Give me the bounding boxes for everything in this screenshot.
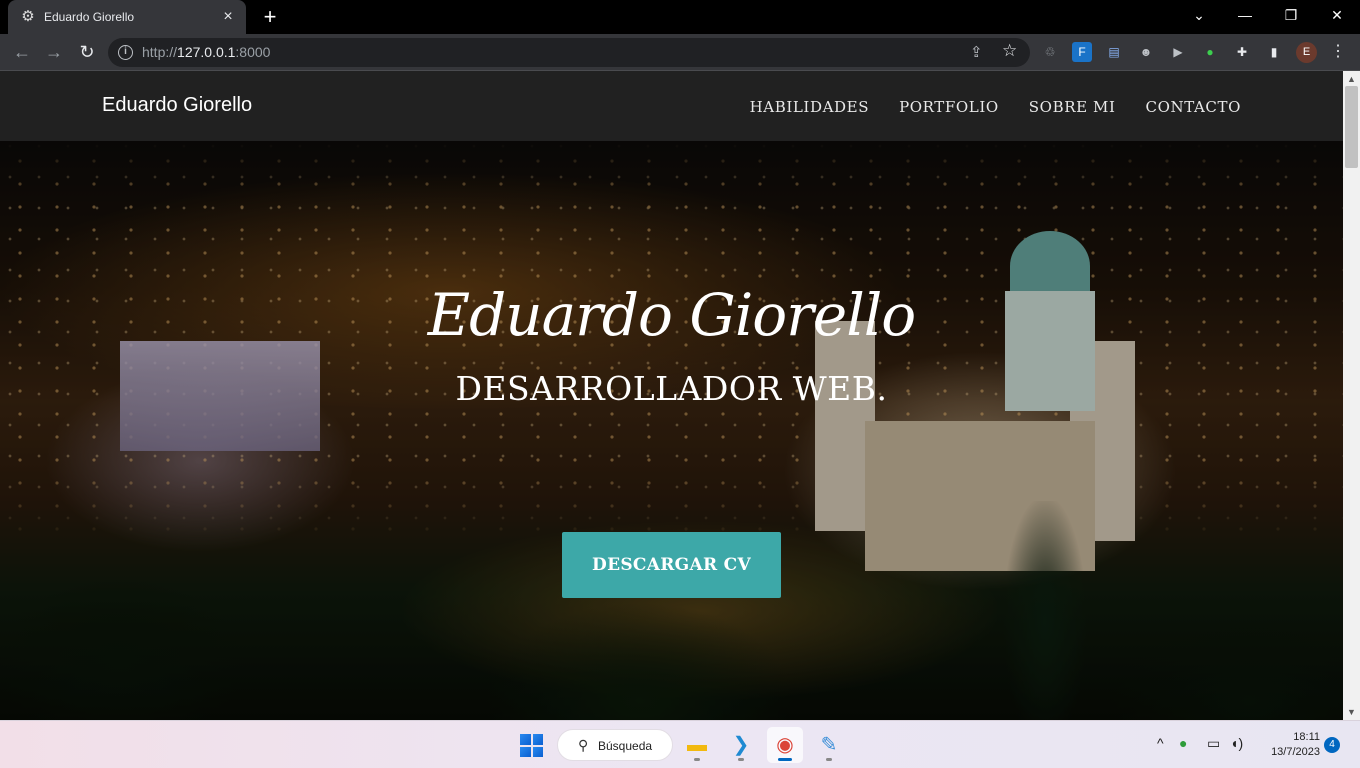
reload-icon[interactable]: ↻ xyxy=(75,40,99,64)
page-viewport: Eduardo Giorello HABILIDADES PORTFOLIO S… xyxy=(0,71,1343,720)
search-icon: ⚲ xyxy=(578,737,589,753)
system-clock[interactable]: 18:11 13/7/2023 xyxy=(1256,730,1320,760)
scroll-down-icon[interactable]: ▼ xyxy=(1347,707,1356,717)
page-scrollbar[interactable]: ▲ ▼ xyxy=(1343,71,1360,720)
back-arrow-icon[interactable]: ← xyxy=(10,40,34,64)
clock-date: 13/7/2023 xyxy=(1271,746,1320,758)
profile-avatar[interactable]: E xyxy=(1296,42,1317,63)
puzzle-icon[interactable]: ✚ xyxy=(1232,42,1252,62)
site-brand[interactable]: Eduardo Giorello xyxy=(102,94,252,117)
bookmark-star-icon[interactable]: ☆ xyxy=(1002,41,1017,61)
download-cv-button[interactable]: DESCARGAR CV xyxy=(562,532,781,598)
docs-extension-icon[interactable]: ▤ xyxy=(1104,42,1124,62)
vscode-icon[interactable]: ❯ xyxy=(723,727,759,763)
forward-arrow-icon[interactable]: → xyxy=(42,40,66,64)
windows-start-icon[interactable] xyxy=(520,734,543,757)
site-navbar: Eduardo Giorello HABILIDADES PORTFOLIO S… xyxy=(0,71,1343,141)
side-panel-icon[interactable]: ▮ xyxy=(1264,42,1284,62)
gear-icon: ⚙ xyxy=(21,8,35,25)
windows-taskbar: ⚲ Búsqueda ▬ ❯ ◉ ✎ ^ ● ▭ ◖) 18:11 13/7/2… xyxy=(0,720,1360,768)
notification-badge[interactable]: 4 xyxy=(1324,737,1340,753)
address-bar[interactable]: i http://127.0.0.1:8000 ⇪ ☆ xyxy=(108,38,1030,67)
scrollbar-thumb[interactable] xyxy=(1345,86,1358,168)
tray-chevron-icon[interactable]: ^ xyxy=(1157,735,1164,751)
recycle-extension-icon[interactable]: ♲ xyxy=(1040,42,1060,62)
paint-icon[interactable]: ✎ xyxy=(811,727,847,763)
network-icon[interactable]: ▭ xyxy=(1207,735,1220,752)
close-window-button[interactable]: ✕ xyxy=(1314,0,1360,34)
tab-close-icon[interactable]: × xyxy=(220,8,236,26)
nav-links: HABILIDADES PORTFOLIO SOBRE MI CONTACTO xyxy=(750,98,1241,116)
restore-button[interactable]: ❐ xyxy=(1268,0,1314,34)
nav-link-portfolio[interactable]: PORTFOLIO xyxy=(899,98,999,116)
browser-toolbar: ← → ↻ i http://127.0.0.1:8000 ⇪ ☆ ♲ F ▤ … xyxy=(0,34,1360,71)
hero-subtitle: DESARROLLADOR WEB. xyxy=(455,369,888,408)
taskbar-search[interactable]: ⚲ Búsqueda xyxy=(557,729,673,761)
chrome-icon[interactable]: ◉ xyxy=(767,727,803,763)
tray-app-icon[interactable]: ● xyxy=(1179,735,1187,751)
hero-name: Eduardo Giorello xyxy=(427,281,916,349)
tab-search-button[interactable]: ⌄ xyxy=(1176,0,1222,34)
volume-icon[interactable]: ◖) xyxy=(1230,735,1243,751)
browser-tab[interactable]: ⚙ Eduardo Giorello × xyxy=(8,0,246,34)
nav-link-contacto[interactable]: CONTACTO xyxy=(1146,98,1242,116)
nav-link-sobre-mi[interactable]: SOBRE MI xyxy=(1029,98,1116,116)
new-tab-button[interactable]: + xyxy=(258,5,282,29)
minimize-button[interactable]: — xyxy=(1222,0,1268,34)
hero-overlay xyxy=(0,141,1343,720)
taskbar-search-label: Búsqueda xyxy=(598,739,653,753)
share-icon[interactable]: ⇪ xyxy=(970,43,983,61)
frog-extension-icon[interactable]: ● xyxy=(1200,42,1220,62)
menu-kebab-icon[interactable]: ⋮ xyxy=(1328,42,1348,62)
tab-strip: ⚙ Eduardo Giorello × + ⌄ — ❐ ✕ xyxy=(0,0,1360,34)
file-explorer-icon[interactable]: ▬ xyxy=(679,727,715,763)
clock-time: 18:11 xyxy=(1293,731,1320,743)
media-extension-icon[interactable]: ▶ xyxy=(1168,42,1188,62)
url-text[interactable]: http://127.0.0.1:8000 xyxy=(142,44,270,60)
site-info-icon[interactable]: i xyxy=(118,45,133,60)
cat-extension-icon[interactable]: ☻ xyxy=(1136,42,1156,62)
scroll-up-icon[interactable]: ▲ xyxy=(1347,74,1356,84)
hero-section: Eduardo Giorello DESARROLLADOR WEB. DESC… xyxy=(0,141,1343,720)
nav-link-habilidades[interactable]: HABILIDADES xyxy=(750,98,869,116)
fi-extension-icon[interactable]: F xyxy=(1072,42,1092,62)
tab-title: Eduardo Giorello xyxy=(44,10,135,24)
